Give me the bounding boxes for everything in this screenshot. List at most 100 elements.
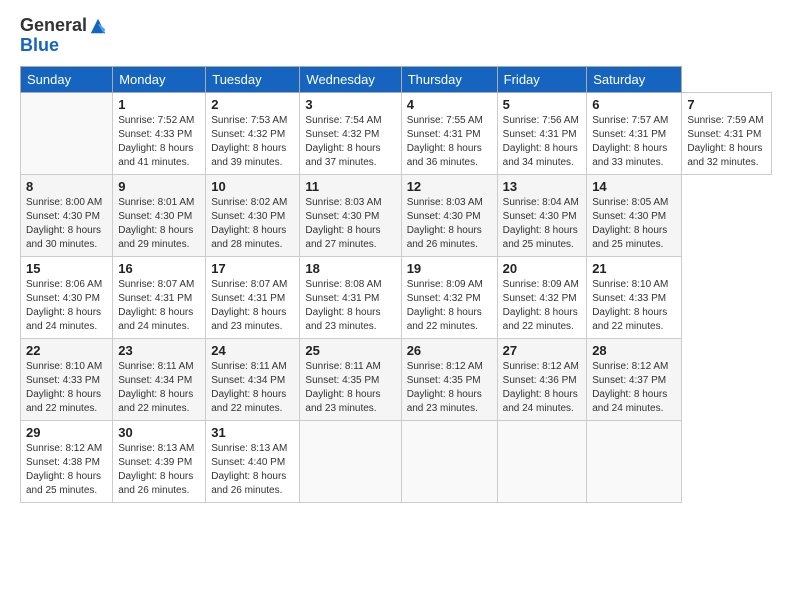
calendar-header-friday: Friday: [497, 66, 587, 92]
calendar-cell: 8 Sunrise: 8:00 AMSunset: 4:30 PMDayligh…: [21, 174, 113, 256]
day-number: 9: [118, 179, 200, 194]
calendar-header-monday: Monday: [113, 66, 206, 92]
calendar-cell: 12 Sunrise: 8:03 AMSunset: 4:30 PMDaylig…: [401, 174, 497, 256]
calendar-header-saturday: Saturday: [587, 66, 682, 92]
calendar-header-thursday: Thursday: [401, 66, 497, 92]
day-number: 23: [118, 343, 200, 358]
day-info: Sunrise: 7:52 AMSunset: 4:33 PMDaylight:…: [118, 115, 194, 168]
day-info: Sunrise: 8:10 AMSunset: 4:33 PMDaylight:…: [592, 279, 668, 332]
day-info: Sunrise: 8:12 AMSunset: 4:36 PMDaylight:…: [503, 361, 579, 414]
day-number: 2: [211, 97, 294, 112]
day-info: Sunrise: 8:05 AMSunset: 4:30 PMDaylight:…: [592, 197, 668, 250]
calendar-cell: 16 Sunrise: 8:07 AMSunset: 4:31 PMDaylig…: [113, 256, 206, 338]
calendar-cell: 14 Sunrise: 8:05 AMSunset: 4:30 PMDaylig…: [587, 174, 682, 256]
day-number: 20: [503, 261, 582, 276]
day-number: 10: [211, 179, 294, 194]
day-number: 12: [407, 179, 492, 194]
calendar-cell: 13 Sunrise: 8:04 AMSunset: 4:30 PMDaylig…: [497, 174, 587, 256]
day-info: Sunrise: 8:12 AMSunset: 4:37 PMDaylight:…: [592, 361, 668, 414]
calendar-header-row: SundayMondayTuesdayWednesdayThursdayFrid…: [21, 66, 772, 92]
calendar-cell: 7 Sunrise: 7:59 AMSunset: 4:31 PMDayligh…: [682, 92, 772, 174]
logo-icon: [89, 17, 107, 35]
calendar-cell: 18 Sunrise: 8:08 AMSunset: 4:31 PMDaylig…: [300, 256, 401, 338]
header: General Blue: [20, 16, 772, 56]
calendar-week-5: 29 Sunrise: 8:12 AMSunset: 4:38 PMDaylig…: [21, 420, 772, 502]
calendar-table: SundayMondayTuesdayWednesdayThursdayFrid…: [20, 66, 772, 503]
day-number: 7: [687, 97, 766, 112]
day-number: 22: [26, 343, 107, 358]
day-info: Sunrise: 8:09 AMSunset: 4:32 PMDaylight:…: [407, 279, 483, 332]
day-info: Sunrise: 7:59 AMSunset: 4:31 PMDaylight:…: [687, 115, 763, 168]
calendar-cell: 23 Sunrise: 8:11 AMSunset: 4:34 PMDaylig…: [113, 338, 206, 420]
day-number: 29: [26, 425, 107, 440]
day-info: Sunrise: 8:06 AMSunset: 4:30 PMDaylight:…: [26, 279, 102, 332]
calendar-cell: 26 Sunrise: 8:12 AMSunset: 4:35 PMDaylig…: [401, 338, 497, 420]
day-info: Sunrise: 8:12 AMSunset: 4:35 PMDaylight:…: [407, 361, 483, 414]
calendar-cell: 24 Sunrise: 8:11 AMSunset: 4:34 PMDaylig…: [206, 338, 300, 420]
calendar-cell: 20 Sunrise: 8:09 AMSunset: 4:32 PMDaylig…: [497, 256, 587, 338]
calendar-header-sunday: Sunday: [21, 66, 113, 92]
calendar-cell: 25 Sunrise: 8:11 AMSunset: 4:35 PMDaylig…: [300, 338, 401, 420]
calendar-cell: [21, 92, 113, 174]
calendar-cell: [497, 420, 587, 502]
day-number: 18: [305, 261, 395, 276]
day-number: 17: [211, 261, 294, 276]
day-number: 3: [305, 97, 395, 112]
day-info: Sunrise: 8:11 AMSunset: 4:34 PMDaylight:…: [211, 361, 286, 414]
calendar-cell: 4 Sunrise: 7:55 AMSunset: 4:31 PMDayligh…: [401, 92, 497, 174]
day-info: Sunrise: 8:03 AMSunset: 4:30 PMDaylight:…: [407, 197, 483, 250]
day-number: 4: [407, 97, 492, 112]
calendar-cell: 19 Sunrise: 8:09 AMSunset: 4:32 PMDaylig…: [401, 256, 497, 338]
calendar-week-1: 1 Sunrise: 7:52 AMSunset: 4:33 PMDayligh…: [21, 92, 772, 174]
day-info: Sunrise: 8:11 AMSunset: 4:35 PMDaylight:…: [305, 361, 380, 414]
day-info: Sunrise: 8:07 AMSunset: 4:31 PMDaylight:…: [211, 279, 287, 332]
day-info: Sunrise: 7:55 AMSunset: 4:31 PMDaylight:…: [407, 115, 483, 168]
day-number: 27: [503, 343, 582, 358]
day-info: Sunrise: 8:11 AMSunset: 4:34 PMDaylight:…: [118, 361, 193, 414]
logo-text: General: [20, 16, 87, 36]
day-number: 6: [592, 97, 676, 112]
day-info: Sunrise: 8:13 AMSunset: 4:40 PMDaylight:…: [211, 443, 287, 496]
day-number: 1: [118, 97, 200, 112]
calendar-header-wednesday: Wednesday: [300, 66, 401, 92]
day-info: Sunrise: 8:13 AMSunset: 4:39 PMDaylight:…: [118, 443, 194, 496]
day-info: Sunrise: 8:09 AMSunset: 4:32 PMDaylight:…: [503, 279, 579, 332]
calendar-cell: 28 Sunrise: 8:12 AMSunset: 4:37 PMDaylig…: [587, 338, 682, 420]
day-number: 19: [407, 261, 492, 276]
day-info: Sunrise: 7:57 AMSunset: 4:31 PMDaylight:…: [592, 115, 668, 168]
day-number: 31: [211, 425, 294, 440]
calendar-cell: 15 Sunrise: 8:06 AMSunset: 4:30 PMDaylig…: [21, 256, 113, 338]
day-number: 13: [503, 179, 582, 194]
day-info: Sunrise: 8:04 AMSunset: 4:30 PMDaylight:…: [503, 197, 579, 250]
day-info: Sunrise: 8:02 AMSunset: 4:30 PMDaylight:…: [211, 197, 287, 250]
day-number: 28: [592, 343, 676, 358]
day-number: 15: [26, 261, 107, 276]
day-number: 14: [592, 179, 676, 194]
day-number: 11: [305, 179, 395, 194]
day-info: Sunrise: 8:10 AMSunset: 4:33 PMDaylight:…: [26, 361, 102, 414]
day-number: 8: [26, 179, 107, 194]
day-info: Sunrise: 8:12 AMSunset: 4:38 PMDaylight:…: [26, 443, 102, 496]
calendar-cell: 6 Sunrise: 7:57 AMSunset: 4:31 PMDayligh…: [587, 92, 682, 174]
calendar-cell: 22 Sunrise: 8:10 AMSunset: 4:33 PMDaylig…: [21, 338, 113, 420]
calendar-cell: 3 Sunrise: 7:54 AMSunset: 4:32 PMDayligh…: [300, 92, 401, 174]
day-info: Sunrise: 7:53 AMSunset: 4:32 PMDaylight:…: [211, 115, 287, 168]
day-info: Sunrise: 7:56 AMSunset: 4:31 PMDaylight:…: [503, 115, 579, 168]
calendar-cell: 30 Sunrise: 8:13 AMSunset: 4:39 PMDaylig…: [113, 420, 206, 502]
calendar-cell: 9 Sunrise: 8:01 AMSunset: 4:30 PMDayligh…: [113, 174, 206, 256]
calendar-cell: 31 Sunrise: 8:13 AMSunset: 4:40 PMDaylig…: [206, 420, 300, 502]
day-number: 26: [407, 343, 492, 358]
calendar-cell: [587, 420, 682, 502]
day-info: Sunrise: 8:07 AMSunset: 4:31 PMDaylight:…: [118, 279, 194, 332]
day-info: Sunrise: 8:01 AMSunset: 4:30 PMDaylight:…: [118, 197, 194, 250]
calendar-header-tuesday: Tuesday: [206, 66, 300, 92]
day-info: Sunrise: 7:54 AMSunset: 4:32 PMDaylight:…: [305, 115, 381, 168]
calendar-week-4: 22 Sunrise: 8:10 AMSunset: 4:33 PMDaylig…: [21, 338, 772, 420]
calendar-cell: [300, 420, 401, 502]
calendar-cell: [401, 420, 497, 502]
calendar-cell: 1 Sunrise: 7:52 AMSunset: 4:33 PMDayligh…: [113, 92, 206, 174]
logo-text-blue: Blue: [20, 36, 107, 56]
day-info: Sunrise: 8:03 AMSunset: 4:30 PMDaylight:…: [305, 197, 381, 250]
calendar-cell: 2 Sunrise: 7:53 AMSunset: 4:32 PMDayligh…: [206, 92, 300, 174]
day-number: 5: [503, 97, 582, 112]
